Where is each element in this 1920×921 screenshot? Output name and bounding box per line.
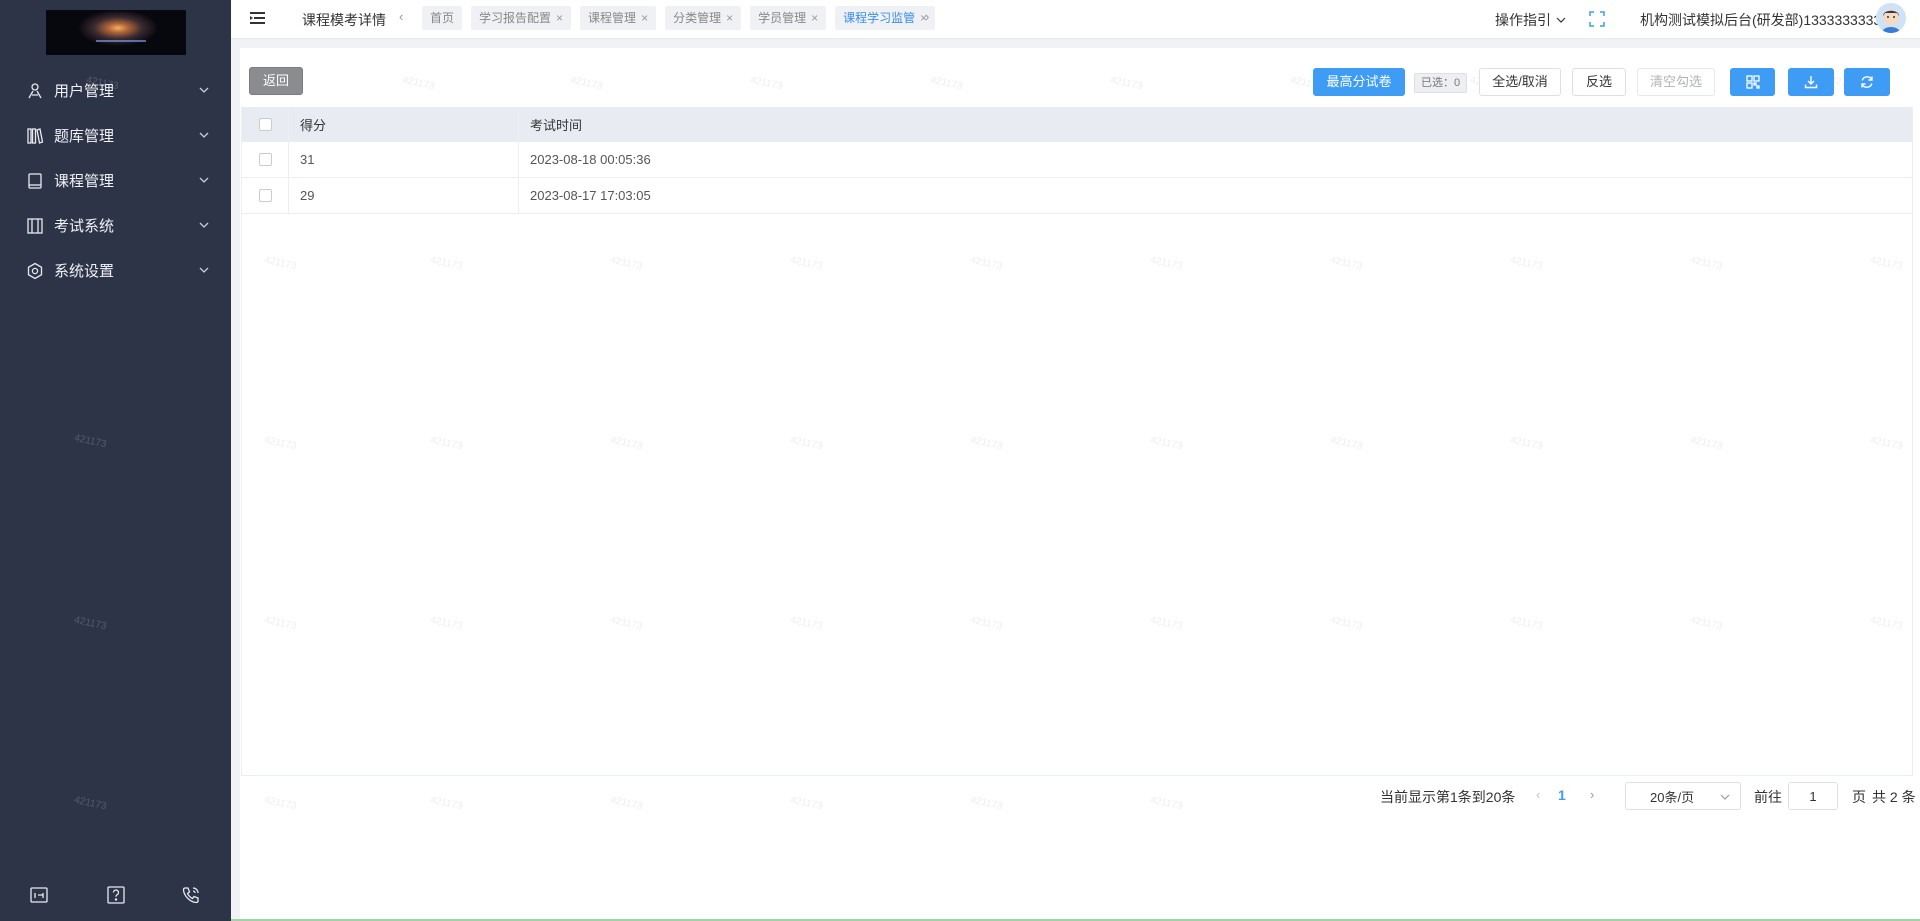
back-button[interactable]: 返回 bbox=[249, 67, 303, 95]
help-icon[interactable] bbox=[105, 884, 127, 906]
sidebar-footer bbox=[0, 880, 231, 910]
keyboard-icon[interactable] bbox=[28, 884, 50, 906]
sidebar-item-label: 题库管理 bbox=[54, 128, 115, 145]
gear-icon bbox=[24, 260, 46, 282]
page-size-select[interactable]: 20条/页 bbox=[1625, 782, 1741, 810]
brand-logo bbox=[46, 10, 186, 55]
chevron-down-icon bbox=[199, 132, 209, 138]
close-icon[interactable]: × bbox=[726, 6, 733, 30]
row-checkbox-cell bbox=[242, 178, 289, 213]
tab-label: 课程管理 bbox=[588, 11, 637, 25]
clear-selection-button[interactable]: 清空勾选 bbox=[1637, 68, 1715, 96]
avatar[interactable] bbox=[1876, 3, 1906, 33]
tab-label: 学员管理 bbox=[758, 11, 807, 25]
close-icon[interactable]: × bbox=[641, 6, 648, 30]
refresh-icon bbox=[1861, 76, 1873, 88]
watermark: 421173 bbox=[73, 794, 108, 813]
tab-course-management[interactable]: 课程管理 × bbox=[580, 6, 657, 30]
table-row[interactable]: 29 2023-08-17 17:03:05 bbox=[242, 178, 1912, 214]
exam-time-cell: 2023-08-17 17:03:05 bbox=[530, 188, 651, 203]
menu-toggle-icon[interactable] bbox=[249, 10, 267, 26]
library-icon bbox=[24, 125, 46, 147]
fullscreen-icon[interactable] bbox=[1589, 11, 1605, 27]
chevron-down-icon bbox=[199, 267, 209, 273]
tab-label: 学习报告配置 bbox=[479, 11, 552, 25]
page-size-value: 20条/页 bbox=[1650, 789, 1695, 805]
guide-label: 操作指引 bbox=[1495, 12, 1551, 28]
chevron-down-icon bbox=[1720, 794, 1730, 800]
page-unit-label: 页 bbox=[1852, 789, 1866, 805]
column-header-score[interactable]: 得分 bbox=[289, 107, 519, 142]
page-number-current[interactable]: 1 bbox=[1558, 787, 1566, 803]
main-content: 421173 421173 421173 421173 421173 42117… bbox=[240, 48, 1920, 921]
chevron-down-icon bbox=[1556, 17, 1566, 23]
tab-home[interactable]: 首页 bbox=[422, 6, 463, 30]
close-icon[interactable]: × bbox=[811, 6, 818, 30]
selected-count-badge: 已选：0 bbox=[1414, 73, 1468, 93]
total-count: 共 2 条 bbox=[1872, 789, 1916, 805]
score-table: 得分 考试时间 31 2023-08-18 00:05:36 29 2023-0… bbox=[241, 107, 1913, 776]
chevron-down-icon bbox=[199, 87, 209, 93]
pagination-info: 当前显示第1条到20条 bbox=[1380, 789, 1516, 805]
sidebar-menu: 用户管理 题库管理 课程管理 考试系统 系统设置 bbox=[0, 68, 231, 293]
table-row[interactable]: 31 2023-08-18 00:05:36 bbox=[242, 142, 1912, 178]
column-header-exam-time[interactable]: 考试时间 bbox=[519, 107, 582, 142]
exam-time-cell: 2023-08-18 00:05:36 bbox=[530, 152, 651, 167]
tab-student-management[interactable]: 学员管理 × bbox=[750, 6, 827, 30]
select-all-button[interactable]: 全选/取消 bbox=[1479, 68, 1561, 96]
tab-bar: 首页 学习报告配置 × 课程管理 × 分类管理 × 学员管理 × 课程学习监管 × bbox=[422, 6, 944, 31]
row-checkbox-cell bbox=[242, 142, 289, 177]
tab-label: 首页 bbox=[430, 11, 455, 25]
page-title: 课程模考详情 bbox=[302, 12, 386, 28]
sidebar-item-label: 系统设置 bbox=[54, 263, 115, 280]
tab-category-management[interactable]: 分类管理 × bbox=[665, 6, 742, 30]
goto-label: 前往 bbox=[1754, 789, 1782, 805]
operation-guide-dropdown[interactable]: 操作指引 bbox=[1495, 10, 1567, 30]
refresh-button[interactable] bbox=[1844, 68, 1890, 96]
download-button[interactable] bbox=[1788, 68, 1834, 96]
chevron-down-icon bbox=[199, 222, 209, 228]
table-header: 得分 考试时间 bbox=[242, 107, 1912, 142]
qrcode-icon bbox=[1745, 75, 1760, 89]
qrcode-button[interactable] bbox=[1730, 68, 1775, 96]
account-name[interactable]: 机构测试模拟后台(研发部)1333333333 bbox=[1640, 10, 1881, 30]
watermark: 421173 bbox=[73, 432, 108, 451]
score-cell: 31 bbox=[289, 142, 519, 177]
book-icon bbox=[24, 170, 46, 192]
pagination: 当前显示第1条到20条 ‹ 1 › 20条/页 前往 页 共 2 条 bbox=[240, 782, 1920, 810]
sidebar-item-label: 课程管理 bbox=[54, 173, 115, 190]
exam-icon bbox=[24, 215, 46, 237]
sidebar-item-system-settings[interactable]: 系统设置 bbox=[0, 248, 231, 293]
close-icon[interactable]: × bbox=[556, 6, 563, 30]
download-icon bbox=[1804, 76, 1818, 89]
invert-selection-button[interactable]: 反选 bbox=[1572, 68, 1626, 96]
select-all-checkbox[interactable] bbox=[258, 118, 272, 131]
tab-course-learning-supervision[interactable]: 课程学习监管 × bbox=[835, 6, 936, 30]
row-checkbox[interactable] bbox=[258, 189, 272, 202]
tabs-next-icon[interactable]: › bbox=[925, 9, 929, 24]
chevron-down-icon bbox=[199, 177, 209, 183]
goto-page-input[interactable] bbox=[1788, 782, 1838, 810]
users-icon bbox=[24, 80, 46, 102]
tab-report-config[interactable]: 学习报告配置 × bbox=[471, 6, 572, 30]
prev-page-icon[interactable]: ‹ bbox=[1536, 787, 1540, 802]
tab-label: 分类管理 bbox=[673, 11, 722, 25]
sidebar-item-label: 考试系统 bbox=[54, 218, 115, 235]
tab-label: 课程学习监管 bbox=[843, 11, 916, 25]
top-score-paper-button[interactable]: 最高分试卷 bbox=[1313, 68, 1405, 96]
score-cell: 29 bbox=[289, 178, 519, 213]
watermark: 421173 bbox=[73, 614, 108, 633]
row-checkbox[interactable] bbox=[258, 153, 272, 166]
top-bar: 课程模考详情 ‹ 首页 学习报告配置 × 课程管理 × 分类管理 × 学员管理 × 课程… bbox=[231, 0, 1920, 39]
sidebar-item-exam-system[interactable]: 考试系统 bbox=[0, 203, 231, 248]
next-page-icon[interactable]: › bbox=[1590, 787, 1594, 802]
tabs-prev-icon[interactable]: ‹ bbox=[399, 9, 403, 24]
header-checkbox-cell bbox=[242, 107, 289, 142]
sidebar-item-question-bank[interactable]: 题库管理 bbox=[0, 113, 231, 158]
sidebar: 用户管理 题库管理 课程管理 考试系统 系统设置 421173 421173 4… bbox=[0, 0, 231, 921]
phone-icon[interactable] bbox=[180, 884, 202, 906]
sidebar-item-course-management[interactable]: 课程管理 bbox=[0, 158, 231, 203]
